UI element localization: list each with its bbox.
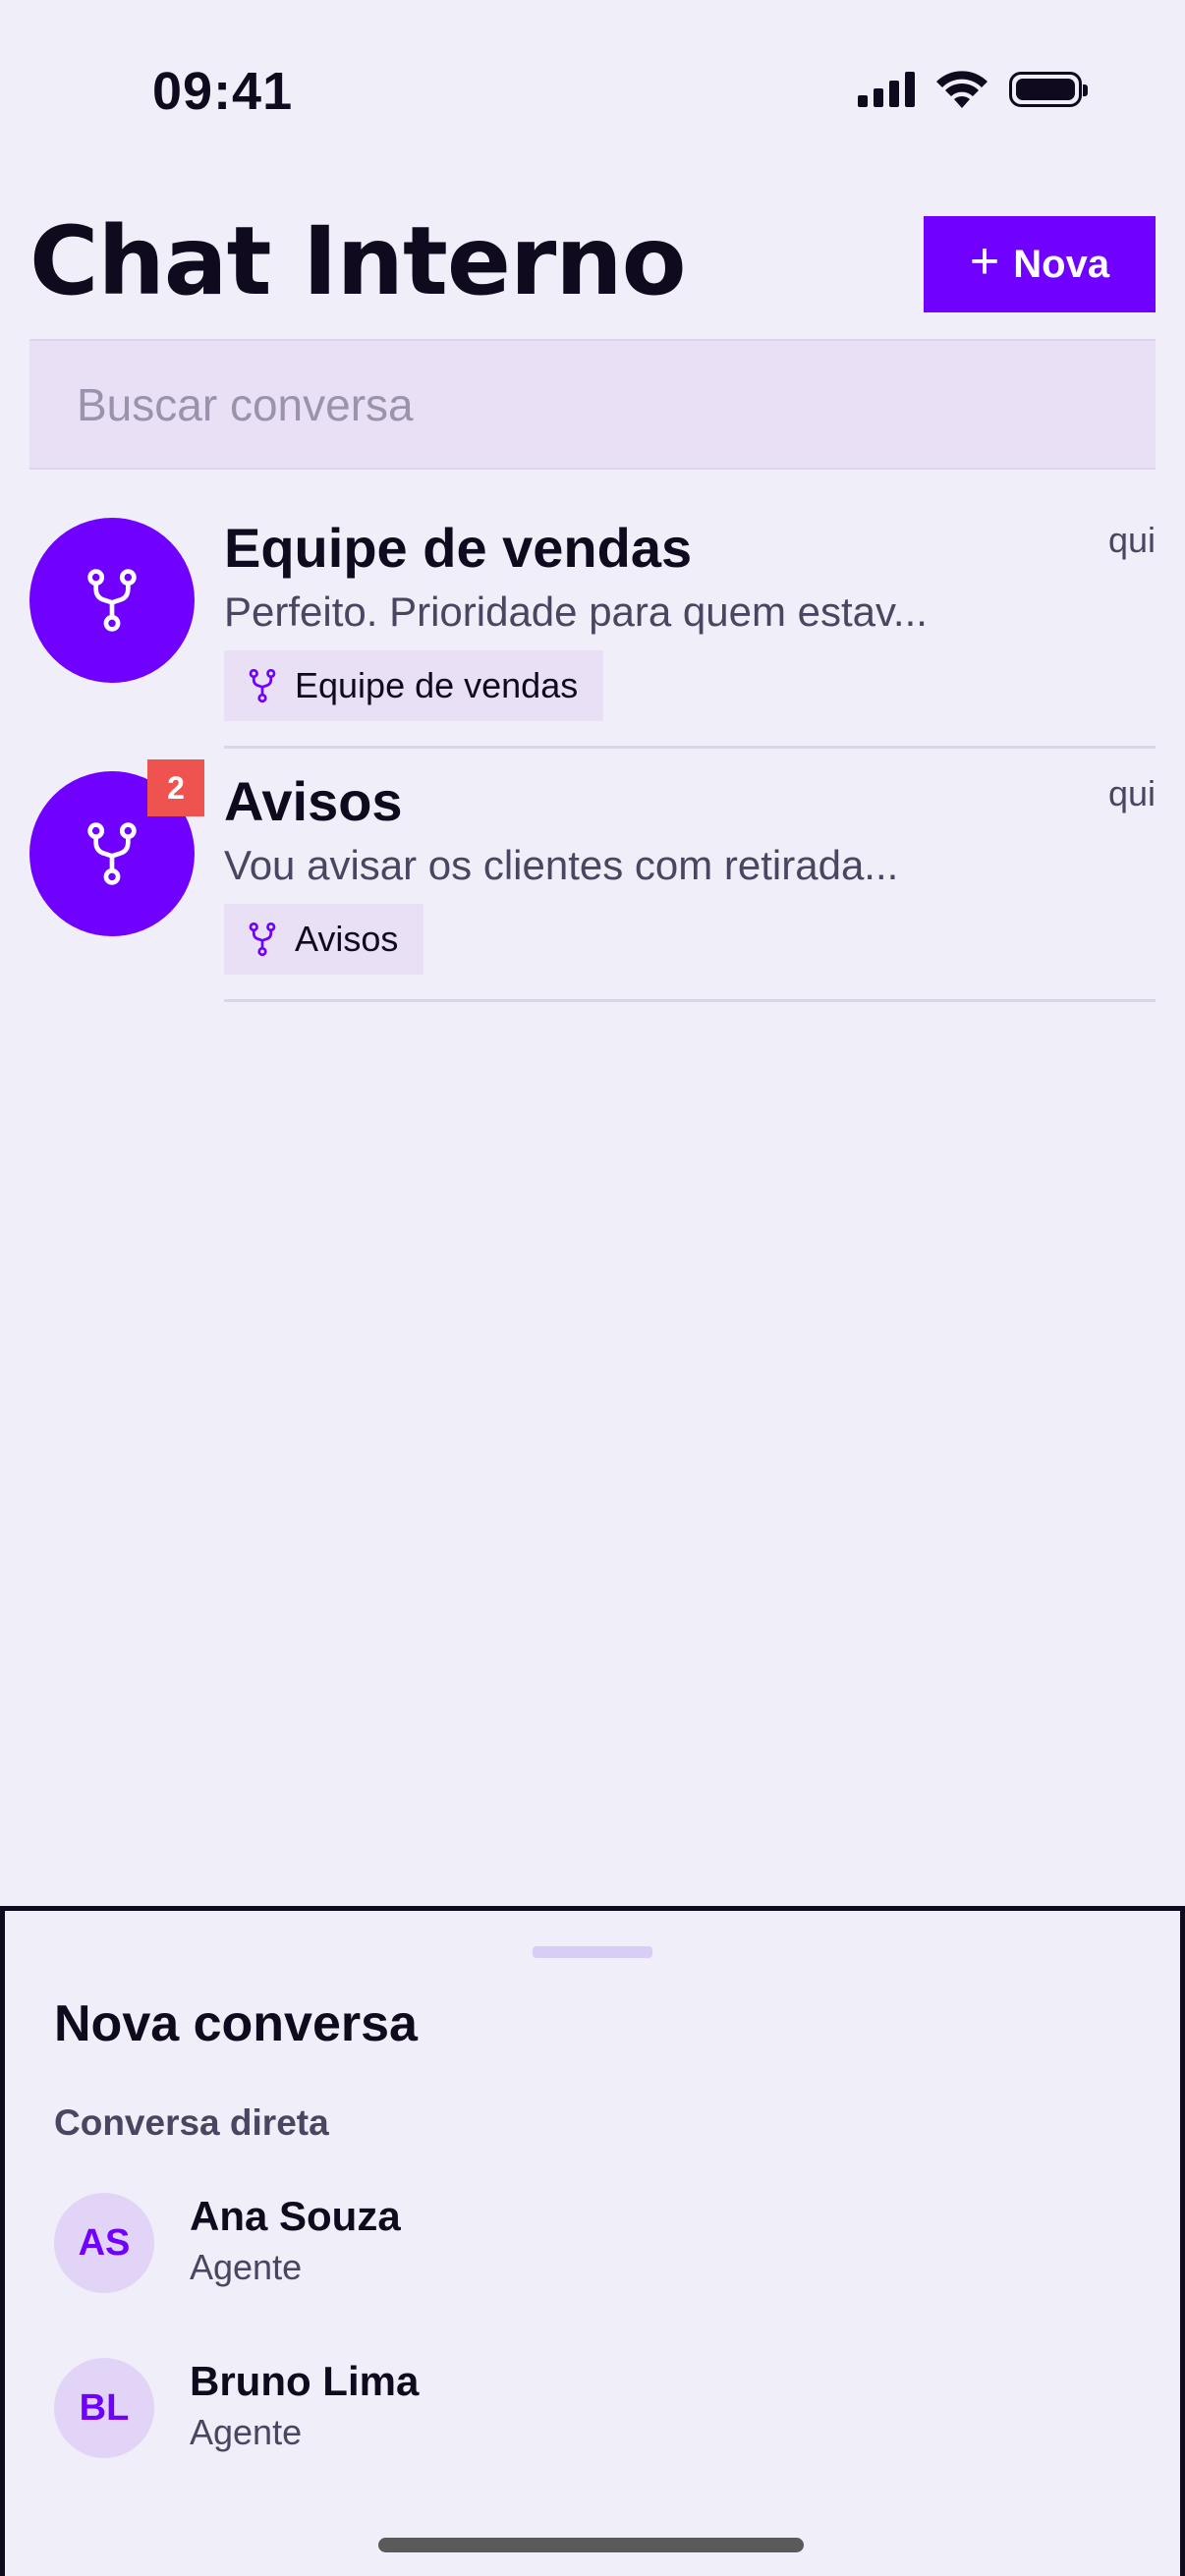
conversation-tag-label: Equipe de vendas xyxy=(295,665,579,705)
new-button-label: Nova xyxy=(1013,242,1110,286)
sheet-title: Nova conversa xyxy=(54,1995,418,2052)
new-conversation-sheet: Nova conversa Conversa direta AS Ana Sou… xyxy=(0,1906,1185,2576)
search-bar xyxy=(29,339,1156,470)
conversation-tag: Avisos xyxy=(224,904,424,975)
status-time: 09:41 xyxy=(152,62,294,121)
fork-icon xyxy=(87,822,137,885)
avatar: BL xyxy=(54,2358,154,2458)
conversation-item[interactable]: Equipe de vendas qui Perfeito. Prioridad… xyxy=(0,517,1185,771)
avatar: AS xyxy=(54,2193,154,2293)
new-conversation-button[interactable]: + Nova xyxy=(924,216,1156,312)
contact-role: Agente xyxy=(190,2247,303,2287)
group-avatar xyxy=(29,518,195,683)
conversation-preview: Vou avisar os clientes com retirada... xyxy=(224,842,899,888)
contact-role: Agente xyxy=(190,2412,303,2452)
divider xyxy=(224,746,1156,749)
wifi-icon xyxy=(936,71,988,108)
conversation-preview: Perfeito. Prioridade para quem estav... xyxy=(224,588,928,635)
conversation-tag-label: Avisos xyxy=(295,919,399,959)
conversation-item[interactable]: 2 Avisos qui Vou avisar os clientes com … xyxy=(0,759,1185,1025)
status-bar: 09:41 xyxy=(0,0,1185,187)
conversation-time: qui xyxy=(1107,773,1156,813)
fork-icon xyxy=(249,922,276,957)
page-title: Chat Interno xyxy=(29,206,687,316)
unread-badge: 2 xyxy=(147,759,204,816)
search-input[interactable] xyxy=(29,341,1156,468)
conversation-tag: Equipe de vendas xyxy=(224,650,604,721)
status-icons xyxy=(858,71,1088,108)
contact-item[interactable]: AS Ana Souza Agente xyxy=(54,2193,1135,2301)
sheet-drag-handle[interactable] xyxy=(533,1946,652,1958)
fork-icon xyxy=(87,569,137,632)
plus-icon: + xyxy=(969,233,1000,290)
contact-name: Ana Souza xyxy=(190,2193,401,2239)
home-indicator xyxy=(378,2538,804,2552)
battery-icon xyxy=(1009,72,1088,107)
contact-item[interactable]: BL Bruno Lima Agente xyxy=(54,2358,1135,2466)
conversation-name: Equipe de vendas xyxy=(224,517,693,579)
cellular-signal-icon xyxy=(858,72,915,107)
conversation-name: Avisos xyxy=(224,770,403,832)
contact-name: Bruno Lima xyxy=(190,2358,420,2404)
fork-icon xyxy=(249,668,276,703)
divider xyxy=(224,999,1156,1002)
section-label: Conversa direta xyxy=(54,2102,329,2143)
conversation-time: qui xyxy=(1107,520,1156,560)
